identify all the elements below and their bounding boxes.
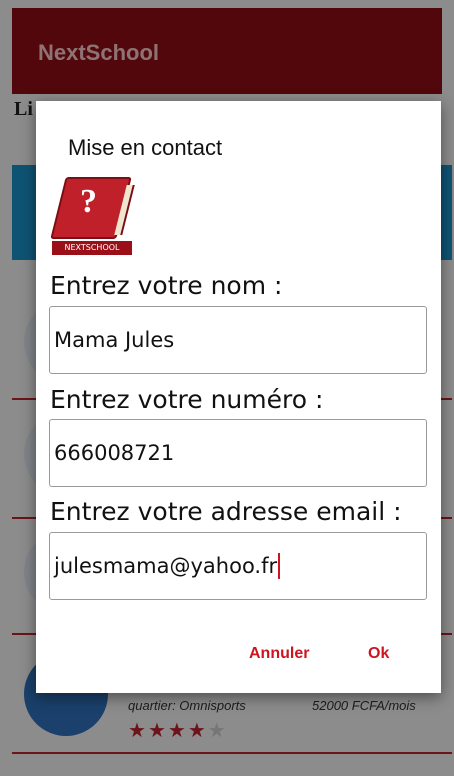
cancel-button[interactable]: Annuler	[249, 645, 309, 663]
app-screen: NextSchool Li u quartier: Omnisports 520…	[0, 0, 454, 776]
dialog-title: Mise en contact	[68, 135, 223, 160]
email-input[interactable]: julesmama@yahoo.fr	[54, 554, 277, 578]
question-mark-icon: ?	[80, 183, 97, 220]
logo-caption: NEXTSCHOOL	[52, 241, 132, 255]
text-cursor	[278, 553, 281, 579]
phone-field[interactable]	[49, 419, 427, 487]
name-input[interactable]	[54, 328, 426, 352]
email-field[interactable]: julesmama@yahoo.fr	[49, 532, 427, 600]
phone-label: Entrez votre numéro :	[50, 385, 324, 414]
name-field[interactable]	[49, 306, 427, 374]
contact-dialog: Mise en contact ? NEXTSCHOOL Entrez votr…	[36, 101, 441, 693]
email-label: Entrez votre adresse email :	[50, 497, 402, 526]
phone-input[interactable]	[54, 441, 426, 465]
ok-button[interactable]: Ok	[368, 645, 389, 663]
nextschool-logo: ? NEXTSCHOOL	[50, 177, 134, 259]
name-label: Entrez votre nom :	[50, 271, 283, 300]
